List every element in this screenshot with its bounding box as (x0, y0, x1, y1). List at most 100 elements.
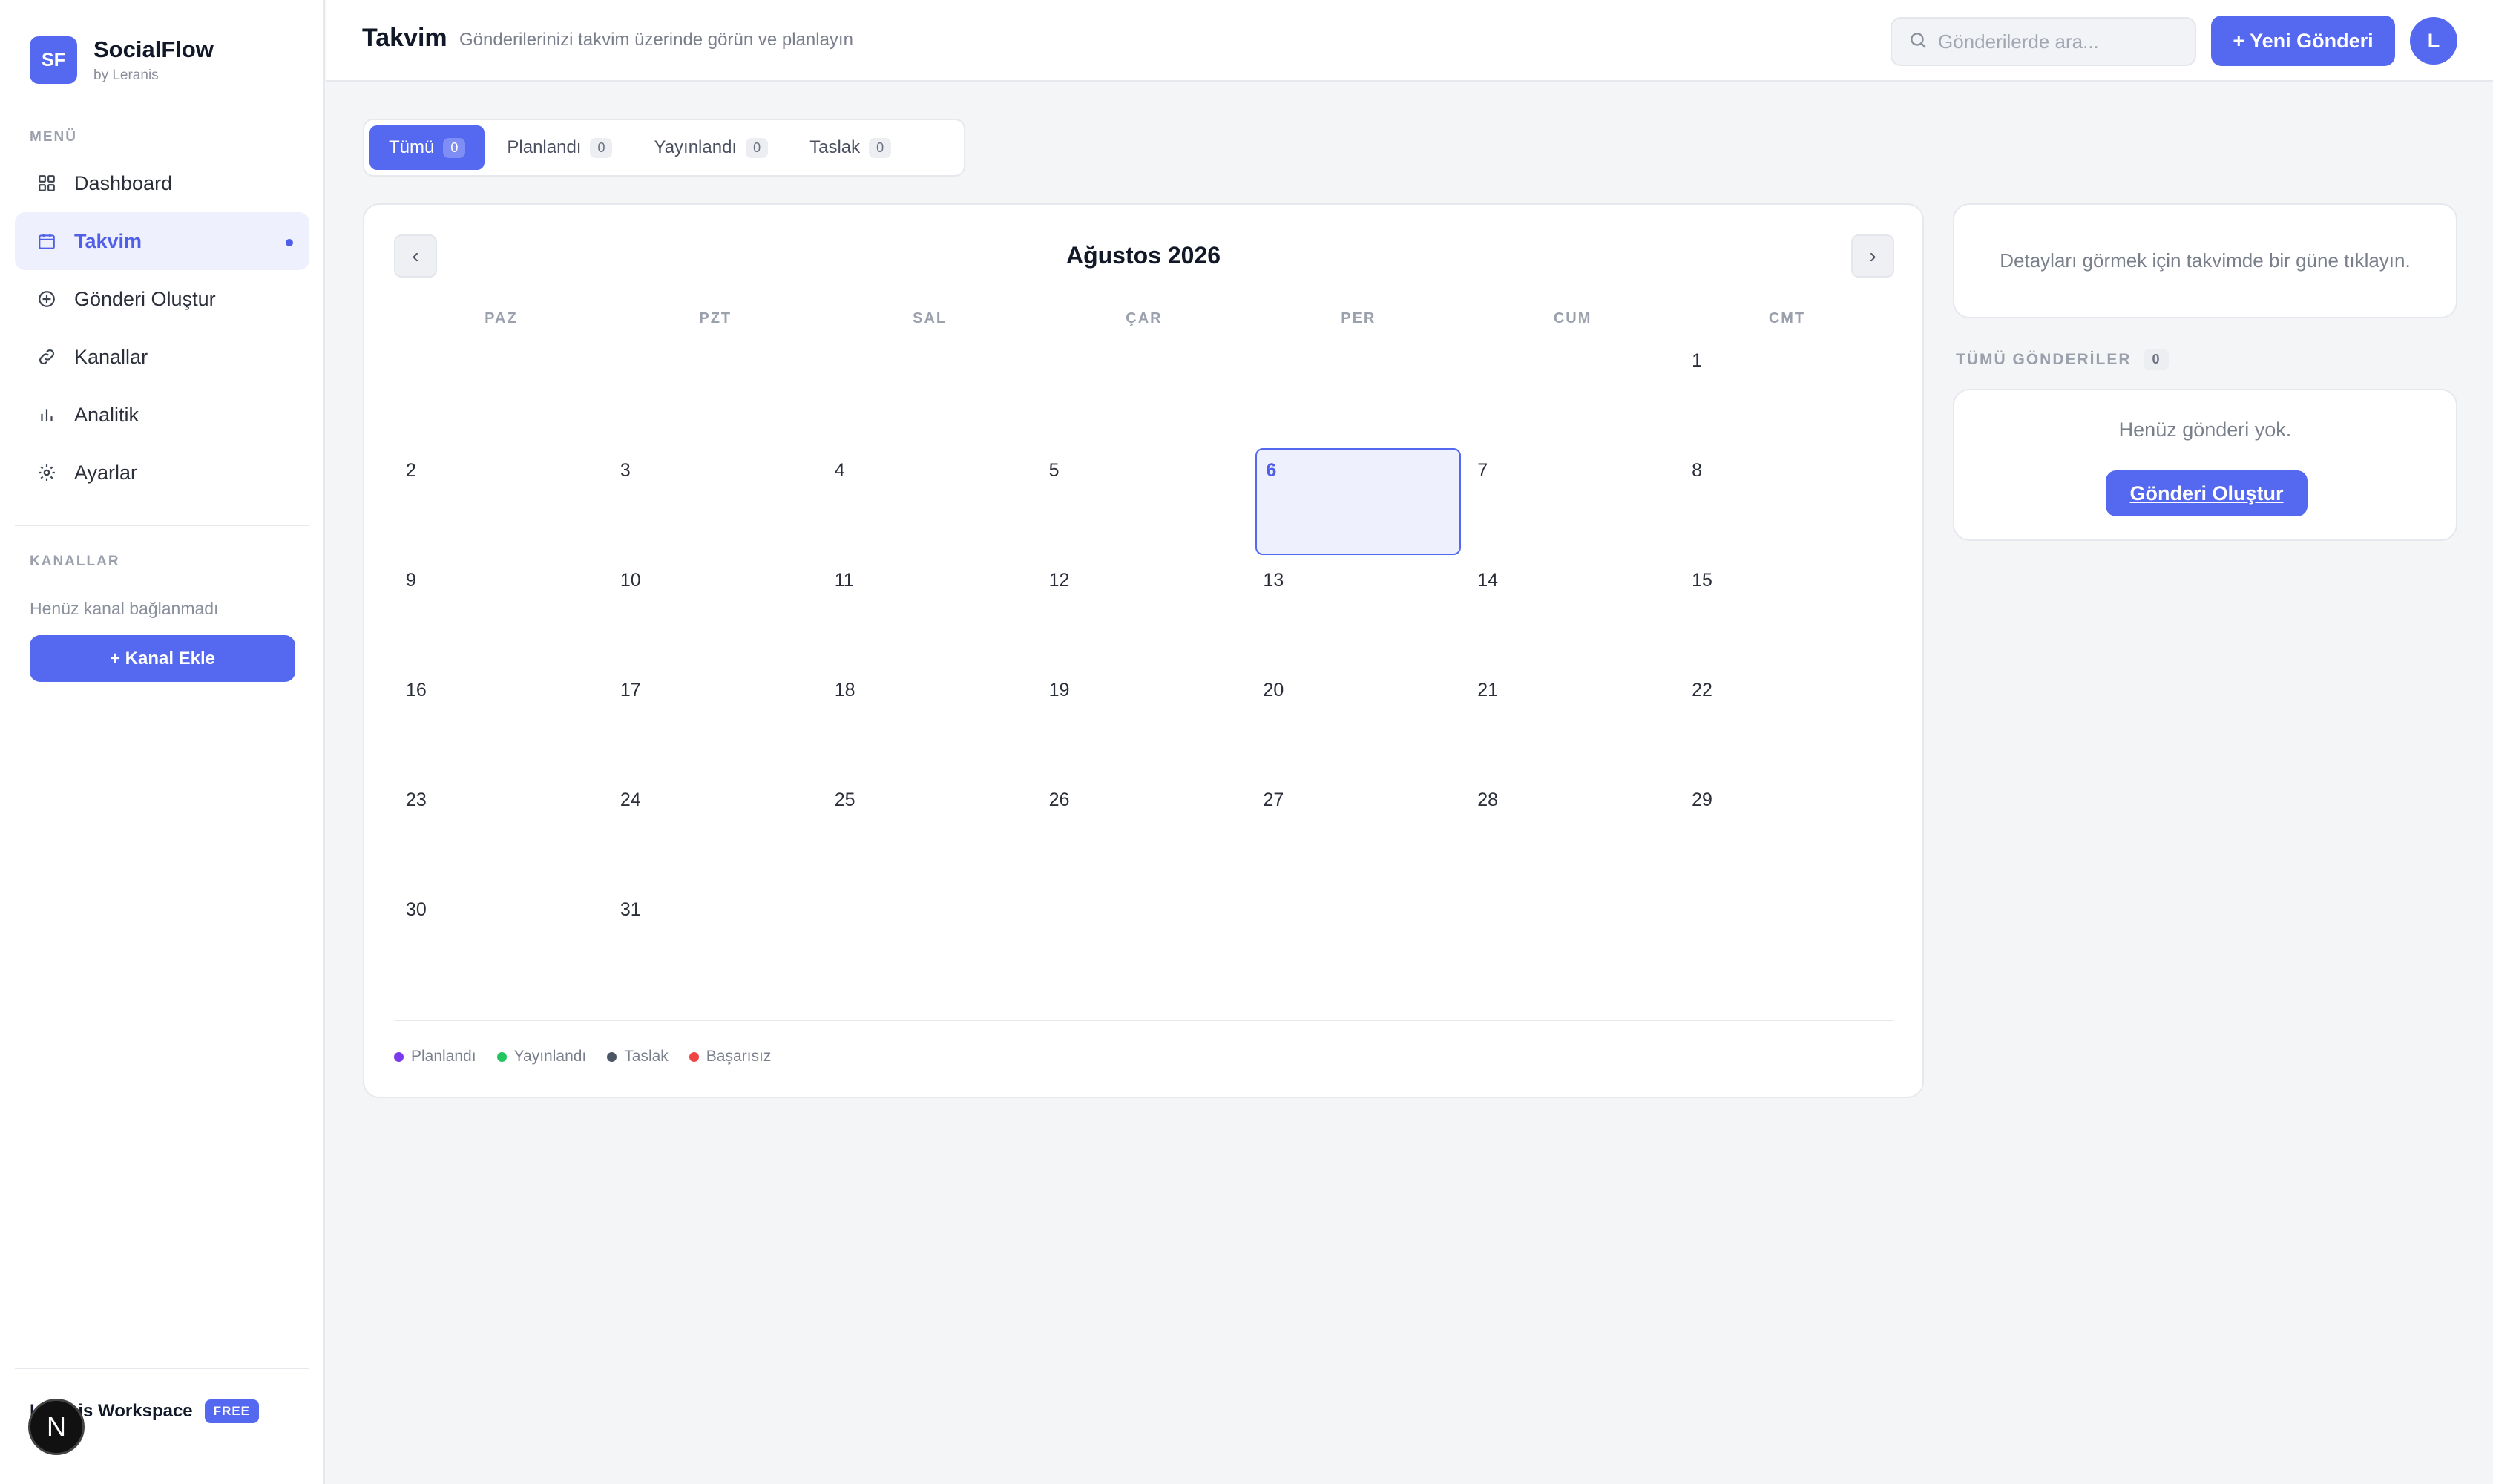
legend-item-yayinlandi: Yayınlandı (496, 1048, 587, 1066)
calendar-day[interactable]: 23 (394, 776, 608, 886)
no-posts-text: Henüz gönderi yok. (2118, 418, 2292, 441)
calendar-day[interactable]: 25 (823, 776, 1037, 886)
calendar-day[interactable]: 13 (1251, 556, 1465, 666)
status-legend: Planlandı Yayınlandı Taslak Başarısız (394, 1048, 792, 1066)
tab-yayinlandi[interactable]: Yayınlandı 0 (634, 125, 787, 170)
posts-card: Henüz gönderi yok. Gönderi Oluştur (1953, 389, 2457, 541)
add-channel-button[interactable]: + Kanal Ekle (30, 635, 295, 682)
calendar-day[interactable]: 8 (1680, 447, 1894, 556)
calendar-empty-cell (1251, 337, 1465, 447)
calendar-day[interactable]: 16 (394, 666, 608, 776)
calendar-empty-cell (1465, 886, 1680, 996)
dev-overlay-button[interactable]: N (28, 1399, 85, 1455)
legend-item-planlandi: Planlandı (394, 1048, 476, 1066)
brand[interactable]: SF SocialFlow by Leranis (30, 36, 214, 84)
page-subtitle: Gönderilerinizi takvim üzerinde görün ve… (459, 30, 853, 50)
calendar-empty-cell (394, 337, 608, 447)
sidebar-item-label: Kanallar (74, 345, 148, 368)
calendar-day[interactable]: 1 (1680, 337, 1894, 447)
grid-icon (36, 172, 58, 194)
avatar[interactable]: L (2410, 17, 2457, 65)
create-post-button[interactable]: Gönderi Oluştur (2106, 470, 2308, 516)
weekday-label: PER (1341, 310, 1376, 326)
search-input[interactable]: Gönderilerde ara... (1891, 17, 2196, 66)
legend-label: Planlandı (411, 1048, 476, 1065)
sidebar-item-gonderi-olustur[interactable]: Gönderi Oluştur (15, 270, 309, 328)
calendar-icon (36, 230, 58, 252)
day-detail-hint: Detayları görmek için takvimde bir güne … (2000, 249, 2411, 272)
calendar-day[interactable]: 10 (608, 556, 823, 666)
calendar-day[interactable]: 30 (394, 886, 608, 996)
legend-label: Başarısız (706, 1048, 772, 1065)
calendar-card: ‹ Ağustos 2026 › PAZ PZT SAL ÇAR PER CUM… (363, 203, 1924, 1098)
tab-count: 0 (869, 137, 892, 158)
calendar-day[interactable]: 4 (823, 447, 1037, 556)
search-placeholder: Gönderilerde ara... (1938, 30, 2099, 53)
calendar-day[interactable]: 2 (394, 447, 608, 556)
tab-tumu[interactable]: Tümü 0 (369, 125, 485, 170)
calendar-day[interactable]: 3 (608, 447, 823, 556)
sidebar-item-ayarlar[interactable]: Ayarlar (15, 444, 309, 502)
calendar-day[interactable]: 5 (1037, 447, 1252, 556)
legend-item-taslak: Taslak (607, 1048, 669, 1066)
tab-planlandi[interactable]: Planlandı 0 (487, 125, 631, 170)
sidebar-item-analitik[interactable]: Analitik (15, 386, 309, 444)
calendar-day[interactable]: 18 (823, 666, 1037, 776)
calendar-day[interactable]: 27 (1251, 776, 1465, 886)
weekday-label: ÇAR (1126, 310, 1163, 326)
link-icon (36, 346, 58, 368)
status-tabs: Tümü 0 Planlandı 0 Yayınlandı 0 Taslak 0 (363, 119, 965, 177)
weekday-label: CMT (1768, 310, 1806, 326)
calendar-day[interactable]: 9 (394, 556, 608, 666)
calendar-day[interactable]: 12 (1037, 556, 1252, 666)
brand-title: SocialFlow (93, 36, 214, 62)
plus-circle-icon (36, 288, 58, 310)
posts-count-badge: 0 (2143, 349, 2169, 370)
calendar-day[interactable]: 22 (1680, 666, 1894, 776)
calendar-day[interactable]: 29 (1680, 776, 1894, 886)
posts-label-text: TÜMÜ GÖNDERİLER (1956, 350, 2132, 368)
calendar-day[interactable]: 14 (1465, 556, 1680, 666)
tab-count: 0 (443, 137, 466, 158)
legend-label: Yayınlandı (513, 1048, 587, 1065)
legend-dot (607, 1051, 617, 1062)
topbar: Takvim Gönderilerinizi takvim üzerinde g… (326, 0, 2493, 82)
legend-dot (689, 1051, 699, 1062)
calendar-day[interactable]: 7 (1465, 447, 1680, 556)
weekday-label: PAZ (485, 310, 518, 326)
weekday-header: PAZ PZT SAL ÇAR PER CUM CMT (394, 310, 1894, 327)
sidebar-item-dashboard[interactable]: Dashboard (15, 154, 309, 212)
calendar-day[interactable]: 11 (823, 556, 1037, 666)
bar-chart-icon (36, 404, 58, 426)
calendar-empty-cell (1037, 886, 1252, 996)
tab-count: 0 (590, 137, 613, 158)
sidebar-item-takvim[interactable]: Takvim (15, 212, 309, 270)
calendar-day[interactable]: 6 (1255, 448, 1462, 555)
calendar-day[interactable]: 15 (1680, 556, 1894, 666)
calendar-day[interactable]: 26 (1037, 776, 1252, 886)
calendar-day[interactable]: 19 (1037, 666, 1252, 776)
calendar-day[interactable]: 28 (1465, 776, 1680, 886)
sidebar-item-label: Gönderi Oluştur (74, 287, 216, 310)
calendar-day[interactable]: 24 (608, 776, 823, 886)
calendar-divider (394, 1020, 1894, 1021)
weekday-label: CUM (1553, 310, 1592, 326)
sidebar-item-kanallar[interactable]: Kanallar (15, 328, 309, 386)
next-month-button[interactable]: › (1851, 234, 1894, 278)
calendar-empty-cell (608, 337, 823, 447)
tab-taslak[interactable]: Taslak 0 (790, 125, 910, 170)
calendar-empty-cell (823, 886, 1037, 996)
legend-label: Taslak (624, 1048, 669, 1065)
sidebar-item-label: Ayarlar (74, 461, 138, 484)
calendar-day[interactable]: 31 (608, 886, 823, 996)
calendar-day[interactable]: 17 (608, 666, 823, 776)
sidebar-item-label: Analitik (74, 403, 139, 426)
month-title: Ağustos 2026 (1065, 242, 1221, 269)
active-indicator-dot (286, 239, 293, 246)
calendar-day[interactable]: 21 (1465, 666, 1680, 776)
new-post-button[interactable]: + Yeni Gönderi (2211, 16, 2395, 66)
day-detail-card: Detayları görmek için takvimde bir güne … (1953, 203, 2457, 318)
calendar-day[interactable]: 20 (1251, 666, 1465, 776)
tab-count: 0 (746, 137, 769, 158)
legend-dot (496, 1051, 507, 1062)
